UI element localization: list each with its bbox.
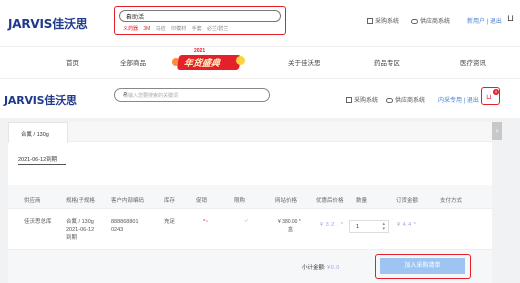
promo-year: 2021 — [194, 48, 206, 54]
cell-promo[interactable]: *~ — [203, 218, 208, 226]
decor-circle — [236, 56, 245, 65]
supplier-icon — [386, 97, 393, 103]
supplier-system-link[interactable]: 供应商系统 — [386, 95, 425, 104]
supplier-icon — [411, 18, 418, 24]
supplier-system-link[interactable]: 供应商系统 — [411, 16, 450, 25]
nav-pharmacy[interactable]: 药品专区 — [374, 57, 400, 67]
hot-tag[interactable]: 马应 — [156, 26, 166, 32]
search-icon[interactable]: ⌕ — [126, 11, 275, 21]
cart-count-badge: 0 — [493, 89, 499, 95]
col-stock: 库存 — [164, 198, 176, 204]
cell-spec: 合氟 / 130g 2021-06-12 到期 — [66, 219, 95, 241]
expiry-label: 2021-06-12到期 — [18, 157, 58, 163]
promo-banner[interactable]: 年货盛典 2021 — [172, 48, 250, 76]
logo[interactable]: JARVIS佳沃思 — [4, 92, 77, 108]
nav-medical-news[interactable]: 医疗资讯 — [460, 57, 486, 67]
cart-icon: ⊔ — [486, 94, 492, 101]
spec-tab-row — [8, 122, 492, 142]
search-input[interactable]: 自助活 ⌕ — [119, 10, 281, 22]
quantity-value: 1 — [356, 224, 360, 230]
cell-limit: ~' — [244, 219, 249, 225]
col-discount-price: 优惠后价格 — [316, 198, 344, 204]
cart-button[interactable]: ⊔ 0 — [481, 87, 500, 105]
cell-stock: 充足 — [164, 219, 176, 225]
stepper-arrows-icon[interactable]: ▴ ▾ — [382, 222, 385, 232]
add-to-purchase-list-button[interactable]: 加入采购清单 — [380, 258, 465, 274]
search-icon[interactable]: ⌕ — [123, 89, 263, 99]
hot-tag[interactable]: 必兰/碧兰 — [207, 26, 228, 32]
purchase-system-link[interactable]: 采购系统 — [346, 95, 378, 104]
nav-about[interactable]: 关于佳沃思 — [288, 57, 321, 67]
nav-all-products[interactable]: 全部商品 — [120, 57, 146, 67]
add-to-purchase-list-frame: 加入采购清单 — [375, 254, 471, 279]
active-underline — [18, 164, 66, 165]
top-bar: JARVIS佳沃思 自助活 ⌕ 义药器 3M 马应 印模材 手套 必兰/碧兰 采… — [0, 0, 520, 46]
promo-badge: 年货盛典 — [176, 55, 242, 70]
cell-supplier: 佳沃思总库 — [24, 219, 52, 225]
tab-spec[interactable]: 合氟 / 130g — [8, 122, 68, 143]
cell-discount-price: ¥ 3.2 . * — [320, 222, 344, 228]
subtotal: 小计金额: ¥0.0 — [302, 265, 340, 271]
hot-tag[interactable]: 3M — [143, 26, 150, 32]
purchase-system-link[interactable]: 采购系统 — [367, 16, 399, 25]
user-link[interactable]: 新用户 | 退出 — [467, 16, 502, 25]
col-supplier: 供应商 — [24, 198, 41, 204]
col-limit: 限购 — [234, 198, 246, 204]
purchase-icon — [346, 97, 352, 104]
col-customer-code: 客户内部编码 — [111, 198, 145, 204]
cell-order-amount: ¥ 4.4 * — [397, 222, 417, 228]
search-input[interactable]: 请输入您要搜索的关键词 ⌕ — [114, 88, 270, 102]
hot-tag[interactable]: 手套 — [192, 26, 202, 32]
main-nav: 首页 全部商品 年货盛典 2021 关于佳沃思 药品专区 医疗资讯 — [0, 46, 520, 76]
col-promo: 促销 — [196, 198, 208, 204]
user-link[interactable]: 内采专用 | 退出 — [438, 95, 479, 104]
col-payment: 支付方式 — [440, 198, 463, 204]
hot-tags: 义药器 3M 马应 印模材 手套 必兰/碧兰 — [123, 25, 232, 32]
col-order-amount: 订货金额 — [396, 198, 419, 204]
nav-home[interactable]: 首页 — [66, 57, 79, 67]
hot-tag[interactable]: 印模材 — [171, 26, 186, 32]
cell-site-price: ¥ 380.00 * 盒 — [278, 219, 301, 233]
chevron-right-icon[interactable]: › — [492, 122, 502, 140]
expiry-tab[interactable]: 2021-06-12到期 — [8, 150, 492, 168]
col-site-price: 网站价格 — [275, 198, 298, 204]
logo[interactable]: JARVIS佳沃思 — [8, 15, 88, 32]
search-highlight-frame: 自助活 ⌕ 义药器 3M 马应 印模材 手套 必兰/碧兰 — [114, 6, 286, 35]
purchase-icon — [367, 18, 373, 25]
quantity-stepper[interactable]: 1 ▴ ▾ — [349, 220, 389, 233]
col-quantity: 数量 — [356, 198, 368, 204]
col-spec: 规格|子规格 — [66, 198, 95, 204]
hot-tag[interactable]: 义药器 — [123, 26, 138, 32]
cell-customer-code: 888868801 0243 — [111, 219, 139, 233]
cart-icon[interactable]: ⊔ — [507, 13, 514, 24]
